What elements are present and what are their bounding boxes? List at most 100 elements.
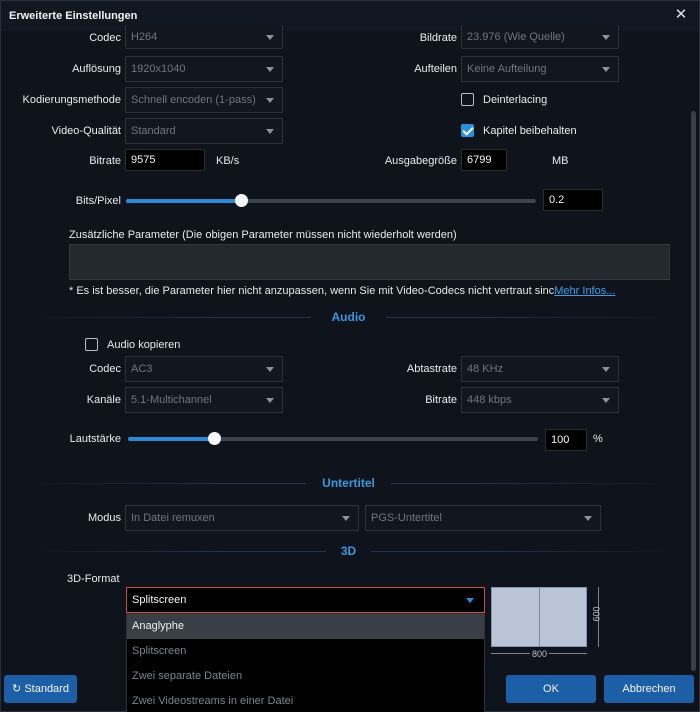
output-size-label: Ausgabegröße (384, 155, 457, 167)
split-value: Keine Aufteilung (467, 63, 547, 75)
sample-rate-value: 48 KHz (467, 363, 504, 375)
extra-params-textarea[interactable] (69, 244, 670, 280)
audio-bitrate-select[interactable]: 448 kbps (461, 387, 619, 413)
split-line (539, 588, 540, 646)
chevron-down-icon (266, 67, 274, 72)
output-size-input[interactable]: 6799 (461, 149, 507, 171)
option-two-streams[interactable]: Zwei Videostreams in einer Datei (127, 689, 484, 712)
chevron-down-icon (602, 367, 610, 372)
three-d-format-label: 3D-Format (67, 573, 120, 585)
channels-label: Kanäle (86, 394, 121, 406)
bits-per-pixel-label: Bits/Pixel (75, 195, 121, 207)
subtitle-mode-value: In Datei remuxen (131, 512, 215, 524)
chevron-down-icon (466, 598, 474, 603)
option-two-files[interactable]: Zwei separate Dateien (127, 664, 484, 689)
slider-handle[interactable] (235, 194, 248, 207)
bits-per-pixel-input[interactable]: 0.2 (543, 189, 603, 211)
chevron-down-icon (602, 67, 610, 72)
standard-button[interactable]: ↻ Standard (4, 675, 77, 703)
scrollbar[interactable] (689, 31, 699, 681)
channels-select[interactable]: 5.1-Multichannel (125, 387, 283, 413)
copy-audio-label: Audio kopieren (107, 339, 181, 351)
encoding-method-label: Kodierungsmethode (22, 94, 121, 106)
video-codec-value: H264 (131, 31, 158, 43)
subtitle-mode-select[interactable]: In Datei remuxen (125, 505, 359, 531)
option-anaglyph[interactable]: Anaglyphe (127, 614, 484, 639)
resolution-select[interactable]: 1920x1040 (125, 56, 283, 82)
video-codec-select[interactable]: H264 (125, 25, 283, 49)
video-quality-select[interactable]: Standard (125, 118, 283, 144)
audio-bitrate-value: 448 kbps (467, 394, 512, 406)
audio-codec-label: Codec (89, 363, 121, 375)
slider-handle[interactable] (208, 432, 221, 445)
ok-button[interactable]: OK (506, 675, 596, 703)
volume-unit: % (593, 433, 603, 445)
deinterlacing-label: Deinterlacing (483, 94, 548, 106)
preview-width: 800 (530, 649, 550, 659)
three-d-section-title: 3D (326, 544, 371, 558)
sample-rate-select[interactable]: 48 KHz (461, 356, 619, 382)
channels-value: 5.1-Multichannel (131, 394, 212, 406)
close-icon[interactable]: ✕ (673, 7, 689, 23)
bits-per-pixel-slider[interactable] (126, 194, 536, 207)
params-note: * Es ist besser, die Parameter hier nich… (69, 285, 615, 297)
volume-slider[interactable] (128, 432, 538, 445)
three-d-format-options: Anaglyphe Splitscreen Zwei separate Date… (126, 613, 485, 712)
video-bitrate-input[interactable]: 9575 (125, 149, 205, 171)
slider-fill (128, 437, 214, 441)
resolution-label: Auflösung (72, 63, 121, 75)
reset-icon: ↻ (12, 683, 25, 695)
params-note-text: * Es ist besser, die Parameter hier nich… (69, 285, 555, 297)
three-d-format-value: Splitscreen (132, 594, 187, 606)
keep-chapters-label: Kapitel beibehalten (483, 125, 577, 137)
framerate-value: 23.976 (Wie Quelle) (467, 31, 565, 43)
framerate-label: Bildrate (419, 32, 457, 44)
advanced-settings-dialog: Erweiterte Einstellungen ✕ Codec H264 Bi… (0, 0, 700, 712)
deinterlacing-checkbox[interactable] (461, 93, 474, 106)
framerate-select[interactable]: 23.976 (Wie Quelle) (461, 25, 619, 49)
preview-height: 600 (591, 606, 602, 622)
audio-section-title: Audio (311, 310, 386, 324)
split-select[interactable]: Keine Aufteilung (461, 56, 619, 82)
option-splitscreen[interactable]: Splitscreen (127, 639, 484, 664)
slider-fill (126, 199, 241, 203)
dialog-title: Erweiterte Einstellungen (9, 10, 138, 22)
video-quality-value: Standard (131, 125, 176, 137)
subtitle-format-select[interactable]: PGS-Untertitel (365, 505, 601, 531)
video-bitrate-unit: KB/s (216, 155, 240, 167)
split-label: Aufteilen (414, 63, 457, 75)
cancel-button[interactable]: Abbrechen (604, 675, 694, 703)
scrollbar-thumb[interactable] (691, 111, 696, 671)
chevron-down-icon (584, 516, 592, 521)
more-info-link[interactable]: Mehr Infos... (554, 285, 615, 297)
subtitle-mode-label: Modus (87, 512, 121, 524)
sample-rate-label: Abtastrate (406, 363, 457, 375)
output-size-unit: MB (552, 155, 569, 167)
subtitle-format-value: PGS-Untertitel (371, 512, 442, 524)
subtitle-section-title: Untertitel (306, 476, 391, 490)
audio-codec-select[interactable]: AC3 (125, 356, 283, 382)
encoding-method-value: Schnell encoden (1-pass) (131, 94, 256, 106)
video-quality-label: Video-Qualität (51, 125, 121, 137)
standard-button-label: Standard (24, 683, 69, 695)
chevron-down-icon (602, 35, 610, 40)
resolution-value: 1920x1040 (131, 63, 186, 75)
audio-bitrate-label: Bitrate (425, 394, 457, 406)
keep-chapters-checkbox[interactable] (461, 124, 474, 137)
volume-label: Lautstärke (69, 433, 121, 445)
chevron-down-icon (342, 516, 350, 521)
chevron-down-icon (266, 35, 274, 40)
three-d-format-select[interactable]: Splitscreen (126, 587, 485, 613)
extra-params-label: Zusätzliche Parameter (Die obigen Parame… (69, 229, 457, 241)
audio-codec-value: AC3 (131, 363, 153, 375)
video-bitrate-label: Bitrate (89, 155, 121, 167)
chevron-down-icon (266, 129, 274, 134)
encoding-method-select[interactable]: Schnell encoden (1-pass) (125, 87, 283, 113)
chevron-down-icon (266, 98, 274, 103)
video-codec-label: Codec (89, 32, 121, 44)
three-d-preview (491, 587, 587, 647)
copy-audio-checkbox[interactable] (85, 338, 98, 351)
chevron-down-icon (266, 398, 274, 403)
volume-input[interactable]: 100 (545, 429, 587, 451)
chevron-down-icon (266, 367, 274, 372)
